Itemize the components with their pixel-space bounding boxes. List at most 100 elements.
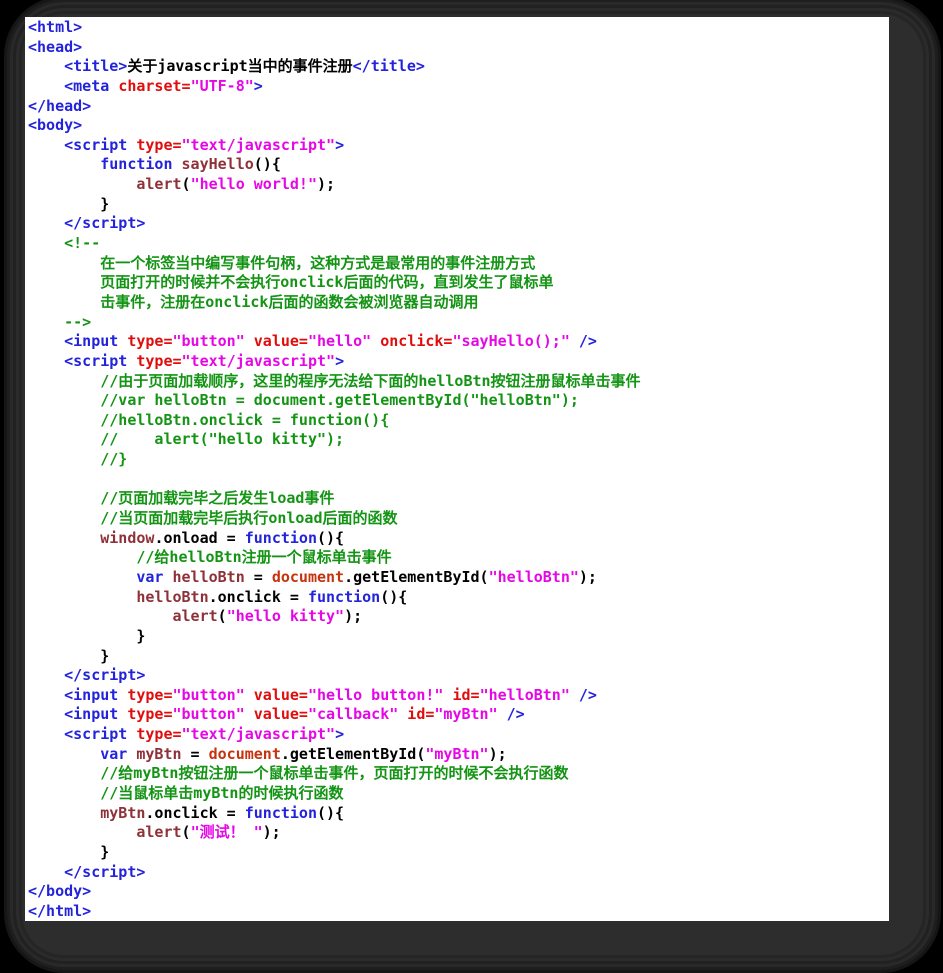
code-token-plain: } [28, 647, 109, 665]
code-token-plain [28, 411, 100, 429]
code-token-plain [28, 509, 100, 527]
code-line: //当鼠标单击myBtn的时候执行函数 [28, 784, 889, 804]
code-token-plain [28, 273, 100, 291]
code-line [28, 470, 889, 490]
code-line: </script> [28, 214, 889, 234]
code-token-value: "helloBtn" [480, 686, 570, 704]
code-line: helloBtn.onclick = function(){ [28, 588, 889, 608]
code-token-value: "hello world!" [191, 175, 317, 193]
code-line: <html> [28, 18, 889, 38]
code-token-plain: .onclick = [145, 804, 244, 822]
code-line: --> [28, 313, 889, 333]
code-line: 在一个标签当中编写事件句柄，这种方式是最常用的事件注册方式 [28, 254, 889, 274]
code-token-dom: document [209, 745, 281, 763]
code-token-plain: .getElementById( [281, 745, 426, 763]
code-token-comment: <!-- [64, 234, 100, 252]
code-line: //给helloBtn注册一个鼠标单击事件 [28, 548, 889, 568]
code-token-plain [28, 214, 64, 232]
code-token-value: "text/javascript" [182, 352, 336, 370]
code-token-attr: id= [398, 705, 434, 723]
code-token-value: "button" [173, 705, 245, 723]
code-line: } [28, 843, 889, 863]
code-token-attr: value= [245, 686, 308, 704]
code-token-plain [28, 686, 64, 704]
code-token-tag: </script> [64, 863, 145, 881]
code-line: } [28, 627, 889, 647]
code-token-comment: 在一个标签当中编写事件句柄，这种方式是最常用的事件注册方式 [100, 254, 535, 272]
code-line: alert("hello kitty"); [28, 607, 889, 627]
code-token-tag: /> [570, 332, 597, 350]
code-token-value: "hello" [308, 332, 371, 350]
code-token-attr: value= [245, 705, 308, 723]
code-line: <!-- [28, 234, 889, 254]
code-token-attr: value= [245, 332, 308, 350]
code-token-tag: > [335, 352, 344, 370]
code-token-value: "myBtn" [425, 745, 488, 763]
code-line: <meta charset="UTF-8"> [28, 77, 889, 97]
code-line: //由于页面加载顺序，这里的程序无法给下面的helloBtn按钮注册鼠标单击事件 [28, 372, 889, 392]
code-token-comment: //当鼠标单击myBtn的时候执行函数 [100, 784, 343, 802]
code-line: <body> [28, 116, 889, 136]
code-token-tag: > [254, 77, 263, 95]
code-token-plain [28, 155, 100, 173]
code-line: 页面打开的时候并不会执行onclick后面的代码，直到发生了鼠标单 [28, 273, 889, 293]
code-line: // alert("hello kitty"); [28, 430, 889, 450]
code-token-attr: type= [136, 136, 181, 154]
code-token-comment: --> [64, 313, 91, 331]
code-token-plain [28, 725, 64, 743]
code-token-tag: <meta [64, 77, 118, 95]
code-token-value: "hello button!" [308, 686, 443, 704]
code-token-plain [28, 372, 100, 390]
code-token-attr: type= [136, 352, 181, 370]
code-token-attr: onclick= [371, 332, 452, 350]
code-line: alert("hello world!"); [28, 175, 889, 195]
code-token-plain: ); [489, 745, 507, 763]
code-token-comment: 击事件，注册在onclick后面的函数会被浏览器自动调用 [100, 293, 478, 311]
code-token-comment: //页面加载完毕之后发生load事件 [100, 489, 334, 507]
code-token-comment: //当页面加载完毕后执行onload后面的函数 [100, 509, 397, 527]
code-token-plain: ); [317, 175, 335, 193]
code-token-value: "callback" [308, 705, 398, 723]
code-token-tag: <input [64, 332, 127, 350]
code-token-plain [28, 705, 64, 723]
code-token-tag: /> [570, 686, 597, 704]
code-line: //var helloBtn = document.getElementById… [28, 391, 889, 411]
code-token-plain: ); [263, 823, 281, 841]
code-token-comment: //由于页面加载顺序，这里的程序无法给下面的helloBtn按钮注册鼠标单击事件 [100, 372, 640, 390]
code-line: <head> [28, 38, 889, 58]
code-token-attr: type= [127, 705, 172, 723]
code-token-attr: type= [136, 725, 181, 743]
code-line: //helloBtn.onclick = function(){ [28, 411, 889, 431]
code-token-comment: //} [100, 450, 127, 468]
code-token-plain: } [28, 195, 109, 213]
code-token-ident: sayHello [173, 155, 254, 173]
code-line: //页面加载完毕之后发生load事件 [28, 489, 889, 509]
code-token-value: "UTF-8" [191, 77, 254, 95]
code-line: </body> [28, 882, 889, 902]
code-token-value: "button" [173, 332, 245, 350]
code-token-plain [28, 529, 100, 547]
code-token-tag: > [335, 136, 344, 154]
code-token-attr: id= [443, 686, 479, 704]
code-token-plain: ); [579, 568, 597, 586]
code-token-plain: 关于javascript当中的事件注册 [127, 57, 352, 75]
code-token-plain [28, 254, 100, 272]
code-line: 击事件，注册在onclick后面的函数会被浏览器自动调用 [28, 293, 889, 313]
code-token-plain [28, 175, 136, 193]
code-token-keyword: function [245, 804, 317, 822]
code-token-tag: <html> [28, 18, 82, 36]
code-token-value: "hello kitty" [227, 607, 344, 625]
code-token-value: "sayHello();" [452, 332, 569, 350]
code-token-plain [28, 77, 64, 95]
code-token-comment: //给myBtn按钮注册一个鼠标单击事件，页面打开的时候不会执行函数 [100, 764, 568, 782]
code-token-tag: <input [64, 705, 127, 723]
code-line: //当页面加载完毕后执行onload后面的函数 [28, 509, 889, 529]
code-token-plain [28, 234, 64, 252]
code-token-plain [28, 863, 64, 881]
code-token-plain [28, 332, 64, 350]
code-line: </html> [28, 902, 889, 921]
code-line: <input type="button" value="callback" id… [28, 705, 889, 725]
code-token-plain [28, 823, 136, 841]
code-token-plain [28, 588, 136, 606]
code-token-tag: /> [498, 705, 525, 723]
